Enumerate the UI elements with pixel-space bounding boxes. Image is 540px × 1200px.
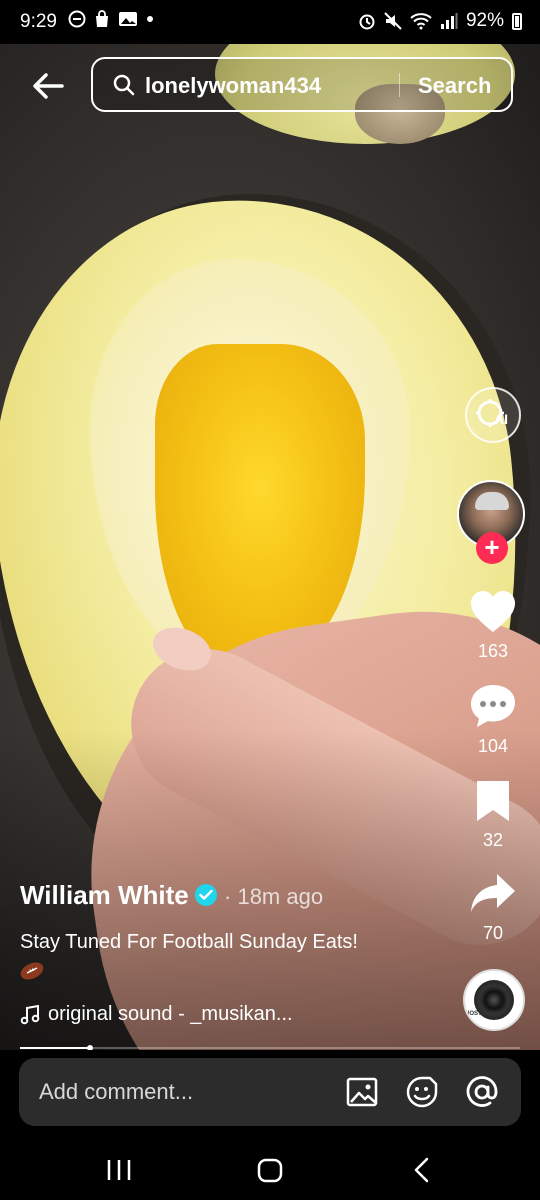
mention-at-icon[interactable] [465,1075,499,1109]
disc-label: NOSTALGIA [465,1011,500,1017]
comment-icon [471,685,515,727]
battery-icon [512,12,522,30]
search-button[interactable]: Search [418,73,491,99]
comment-count: 104 [477,736,509,756]
sound-name: original sound - _musikan... [48,1003,293,1025]
share-button[interactable]: 70 [465,872,521,944]
verified-badge-icon [194,884,217,907]
video-caption[interactable]: Stay Tuned For Football Sunday Eats! [20,931,358,954]
ai-sparkle-icon: AI [476,399,508,427]
heart-icon [471,591,515,632]
signal-icon [440,13,458,29]
shopping-bag-icon [96,10,108,27]
share-arrow-icon [471,874,515,912]
battery-percent: 92% [465,10,504,31]
search-icon [113,74,135,96]
comment-input[interactable]: Add comment... [19,1058,521,1126]
football-emoji-icon [20,962,44,980]
sticker-emoji-icon[interactable] [405,1075,439,1109]
status-right-icons: 92% [358,10,522,32]
dot-icon [147,16,153,22]
status-left-icons [68,10,155,28]
minus-circle-icon [68,10,86,28]
system-nav-bar [0,1138,540,1200]
video-progress-bar[interactable] [20,1045,520,1051]
search-input[interactable]: lonelywoman434 [145,73,321,99]
bookmark-icon [477,781,509,821]
gallery-icon [119,12,137,26]
comment-button[interactable]: 104 [465,683,521,757]
like-count: 163 [477,641,509,661]
wifi-icon [410,13,432,30]
back-nav-icon[interactable] [402,1150,442,1190]
ai-button[interactable]: AI [465,387,521,443]
post-time: · 18m ago [224,884,324,909]
alarm-icon [359,14,375,30]
share-count: 70 [482,923,504,943]
comment-bar: Add comment... [0,1050,540,1138]
search-divider [399,73,400,97]
sound-row[interactable]: original sound - _musikan... [20,1003,293,1026]
like-button[interactable]: 163 [465,590,521,662]
status-time: 9:29 [20,11,57,32]
comment-placeholder: Add comment... [39,1079,194,1104]
save-count: 32 [482,830,504,850]
svg-text:AI: AI [494,411,508,427]
search-bar[interactable]: lonelywoman434 Search [91,57,513,112]
recent-apps-icon[interactable] [99,1150,139,1190]
sound-disc[interactable]: NOSTALGIA [463,969,525,1031]
avatar-cap [475,492,509,510]
save-button[interactable]: 32 [465,779,521,851]
arrow-left-icon [33,73,64,99]
status-bar: 9:29 92% [0,0,540,44]
tiktok-video-screen: 9:29 92% lonelywoman434 Search AI + 163 … [0,0,540,1200]
home-icon[interactable] [250,1150,290,1190]
mute-icon [384,12,402,30]
image-icon[interactable] [345,1075,379,1109]
music-note-icon [20,1004,40,1024]
author-line: William White · 18m ago [20,880,323,911]
follow-button[interactable]: + [476,532,508,564]
author-name[interactable]: William White [20,880,189,910]
back-button[interactable] [28,66,68,106]
video-progress-fill [20,1047,90,1049]
